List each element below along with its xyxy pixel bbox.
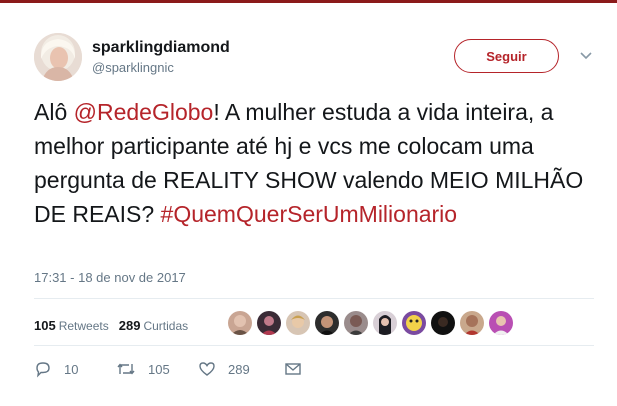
follow-button[interactable]: Seguir <box>454 39 559 73</box>
top-accent-bar <box>0 0 617 3</box>
retweets-stat[interactable]: 105 Retweets <box>34 318 109 333</box>
retweet-icon <box>116 360 136 378</box>
reply-count: 10 <box>64 361 79 377</box>
retweets-label: Retweets <box>58 318 109 333</box>
avatar[interactable] <box>460 311 484 335</box>
engagement-stats: 105 Retweets 289 Curtidas <box>34 313 198 337</box>
tweet-text-part: Alô <box>34 99 74 125</box>
display-name[interactable]: sparklingdiamond <box>92 39 230 57</box>
avatar[interactable] <box>344 311 368 335</box>
avatar[interactable] <box>34 33 82 81</box>
like-button[interactable]: 289 <box>198 360 284 378</box>
avatar[interactable] <box>373 311 397 335</box>
mention-link[interactable]: @RedeGlobo <box>74 99 214 125</box>
divider <box>34 298 594 299</box>
hashtag-link[interactable]: #QuemQuerSerUmMilionario <box>161 201 458 227</box>
avatar[interactable] <box>431 311 455 335</box>
avatar[interactable] <box>315 311 339 335</box>
message-button[interactable] <box>284 360 302 378</box>
likes-count: 289 <box>118 317 141 333</box>
tweet-header: sparklingdiamond @sparklingnic Seguir <box>34 33 604 85</box>
avatar[interactable] <box>228 311 252 335</box>
tweet-timestamp[interactable]: 17:31 - 18 de nov de 2017 <box>34 270 186 285</box>
tweet-actions: 10 105 289 <box>34 360 302 378</box>
avatar[interactable] <box>257 311 281 335</box>
like-count: 289 <box>228 361 250 377</box>
retweet-count: 105 <box>148 361 170 377</box>
tweet-text: Alô @RedeGlobo! A mulher estuda a vida i… <box>34 95 604 231</box>
heart-icon <box>198 360 216 378</box>
avatar[interactable] <box>489 311 513 335</box>
likes-label: Curtidas <box>143 318 189 333</box>
reply-button[interactable]: 10 <box>34 360 116 378</box>
message-icon <box>284 360 302 378</box>
divider <box>34 345 594 346</box>
user-names: sparklingdiamond @sparklingnic <box>92 39 230 76</box>
reply-icon <box>34 360 52 378</box>
retweets-count: 105 <box>34 317 56 333</box>
likes-stat[interactable]: 289 Curtidas <box>119 318 188 333</box>
retweet-button[interactable]: 105 <box>116 360 198 378</box>
liker-avatars <box>228 311 518 335</box>
user-handle[interactable]: @sparklingnic <box>92 60 230 76</box>
chevron-down-icon[interactable] <box>578 47 594 63</box>
avatar[interactable] <box>286 311 310 335</box>
avatar[interactable] <box>402 311 426 335</box>
